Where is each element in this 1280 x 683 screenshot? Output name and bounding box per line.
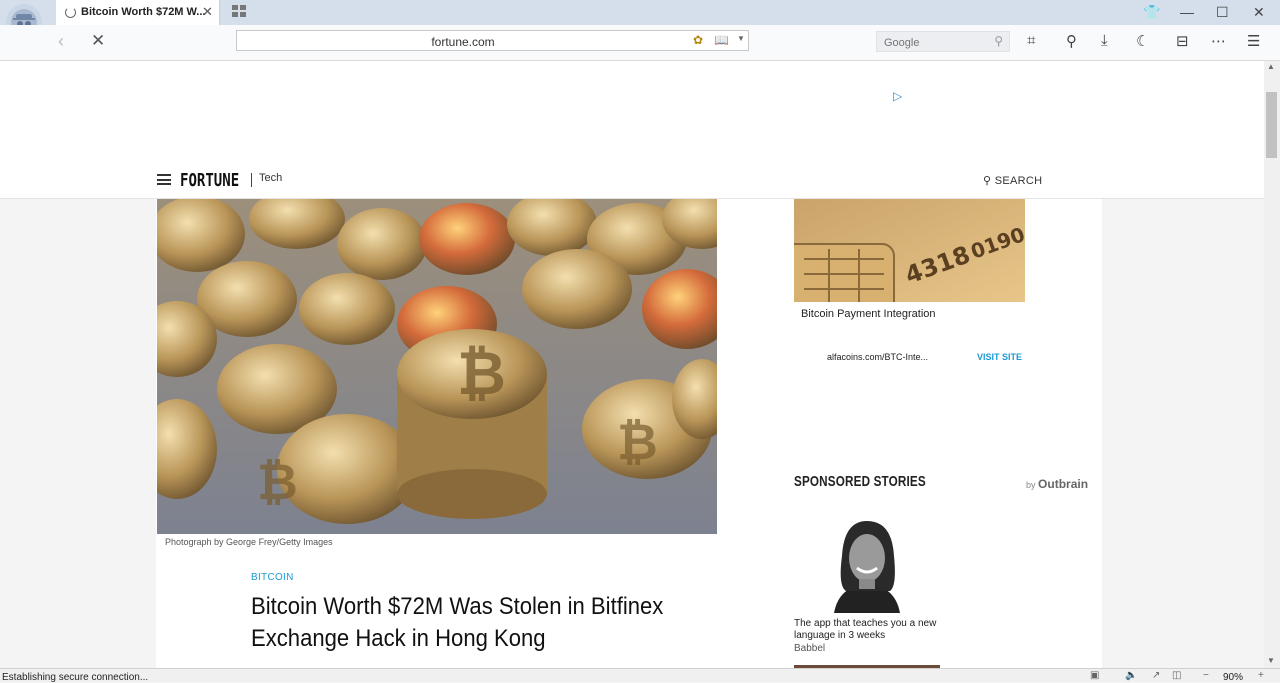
header-divider — [251, 173, 252, 187]
address-bar[interactable]: fortune.com ✿ 📖 ▼ — [236, 30, 749, 51]
search-input[interactable] — [882, 33, 990, 52]
maximize-button[interactable]: ☐ — [1216, 4, 1229, 21]
ad-image[interactable]: 4318 0190 — [794, 199, 1025, 302]
reader-mode-icon[interactable]: 📖 — [714, 33, 729, 47]
search-icon: ⚲ — [983, 175, 995, 187]
article-hero-image: ₿ ₿ ₿ — [157, 199, 717, 534]
loading-spinner-icon — [65, 7, 76, 18]
visit-site-button[interactable]: VISIT SITE — [977, 352, 1022, 362]
image-toggle-icon[interactable]: ▣ — [1090, 670, 1099, 681]
tab-title: Bitcoin Worth $72M W... — [81, 6, 206, 18]
status-bar — [0, 668, 1280, 682]
split-view-icon[interactable]: ◫ — [1172, 670, 1181, 681]
popout-icon[interactable]: ↗ — [1152, 670, 1160, 681]
tab-overview-icon[interactable] — [232, 5, 246, 17]
svg-text:₿: ₿ — [457, 339, 506, 409]
tab-close-icon[interactable]: ✕ — [202, 4, 213, 20]
article-category[interactable]: BITCOIN — [251, 572, 294, 583]
scroll-up-icon[interactable]: ▲ — [1267, 62, 1275, 71]
zoom-in-button[interactable]: + — [1258, 670, 1264, 681]
photo-credit: Photograph by George Frey/Getty Images — [165, 537, 333, 547]
article-headline: Bitcoin Worth $72M Was Stolen in Bitfine… — [251, 593, 664, 652]
hamburger-menu-icon[interactable] — [157, 174, 171, 188]
toolbox-icon[interactable]: ⊟ — [1176, 32, 1189, 50]
svg-text:₿: ₿ — [257, 453, 298, 511]
zoom-level[interactable]: 90% — [1223, 672, 1243, 683]
tab-active[interactable]: Bitcoin Worth $72M W... ✕ — [56, 0, 220, 25]
fortune-logo[interactable]: FORTUNE — [180, 170, 239, 191]
svg-text:₿: ₿ — [617, 413, 658, 471]
story-image[interactable] — [794, 516, 940, 613]
download-icon[interactable]: ⤓ — [1101, 32, 1108, 49]
status-text: Establishing secure connection... — [2, 672, 149, 683]
translate-icon[interactable]: ⚲ — [1066, 32, 1077, 50]
stop-loading-button[interactable]: ✕ — [91, 31, 105, 51]
more-icon[interactable]: ⋯ — [1211, 32, 1226, 50]
story-title[interactable]: The app that teaches you a new language … — [794, 618, 944, 642]
menu-icon[interactable]: ☰ — [1247, 32, 1260, 50]
ad-banner[interactable] — [0, 61, 1264, 167]
site-search-button[interactable]: ⚲ SEARCH — [983, 174, 1042, 187]
sound-icon[interactable]: 🔈 — [1125, 670, 1137, 681]
search-box[interactable]: ⚲ — [876, 31, 1010, 52]
section-label[interactable]: Tech — [259, 172, 282, 184]
chevron-down-icon[interactable]: ▼ — [737, 34, 745, 43]
ad-url[interactable]: alfacoins.com/BTC-Inte... — [827, 352, 928, 362]
back-button[interactable]: ‹ — [58, 31, 64, 52]
night-mode-icon[interactable]: ☾ — [1136, 32, 1149, 50]
story-source[interactable]: Babbel — [794, 643, 825, 654]
scroll-down-icon[interactable]: ▼ — [1267, 656, 1275, 665]
zoom-out-button[interactable]: − — [1203, 670, 1209, 681]
skin-icon[interactable]: 👕 — [1143, 4, 1160, 21]
ad-choices-icon[interactable]: ▷ — [893, 89, 902, 103]
minimize-button[interactable]: — — [1180, 4, 1194, 20]
search-icon[interactable]: ⚲ — [994, 34, 1003, 48]
url-text: fortune.com — [431, 35, 495, 49]
sponsored-heading: SPONSORED STORIES — [794, 473, 926, 490]
outbrain-credit[interactable]: by Outbrain — [1026, 477, 1088, 491]
site-search-label: SEARCH — [994, 175, 1043, 187]
screenshot-crop-icon[interactable]: ⌗ — [1027, 32, 1035, 49]
close-window-button[interactable]: ✕ — [1253, 4, 1265, 21]
outbrain-logo: Outbrain — [1038, 477, 1089, 491]
ad-title[interactable]: Bitcoin Payment Integration — [801, 308, 936, 320]
by-label: by — [1026, 480, 1036, 490]
scrollbar-thumb[interactable] — [1266, 92, 1277, 158]
bee-icon[interactable]: ✿ — [693, 33, 703, 47]
